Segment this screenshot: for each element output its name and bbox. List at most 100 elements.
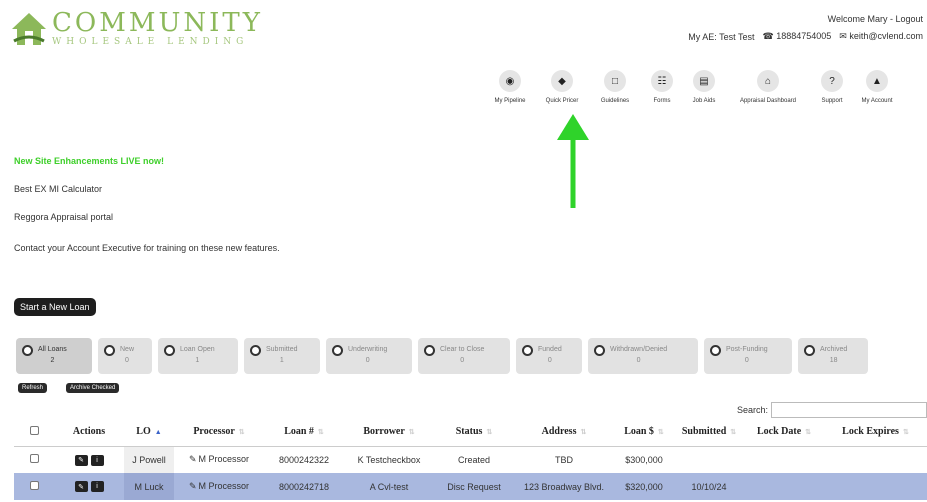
cell-borrower: K Testcheckbox: [357, 454, 421, 465]
cell-submitted: [674, 446, 744, 473]
edit-icon[interactable]: ✎: [74, 454, 88, 466]
document-icon: □: [604, 70, 626, 92]
radio-icon: [522, 345, 533, 356]
select-all-checkbox[interactable]: [29, 425, 39, 435]
column-header-loan-amount[interactable]: Loan $ ⇅: [614, 418, 674, 447]
cell-lock-expires: [824, 446, 927, 473]
radio-icon: [164, 345, 175, 356]
filter-archived[interactable]: Archived 18: [798, 338, 868, 374]
refresh-button[interactable]: Refresh: [18, 383, 48, 393]
binoculars-icon: ◉: [499, 70, 521, 92]
filter-post-funding[interactable]: Post-Funding 0: [704, 338, 792, 374]
ae-phone: ☎ 18884754005: [762, 31, 832, 41]
filter-label: Submitted: [266, 346, 298, 353]
cell-loan-amount: $300,000: [625, 454, 663, 465]
filter-clear-to-close[interactable]: Clear to Close 0: [418, 338, 510, 374]
column-header-label: Lock Expires: [842, 426, 899, 438]
select-all-header[interactable]: [14, 418, 54, 447]
filter-label: Funded: [538, 346, 562, 353]
filter-all-loans[interactable]: All Loans 2: [16, 338, 92, 374]
tag-icon: ◆: [551, 70, 573, 92]
info-icon[interactable]: i: [90, 481, 104, 493]
loans-table: Actions LO ▲ Processor ⇅ Loan # ⇅ Borrower ⇅…: [14, 418, 927, 500]
start-new-loan-button[interactable]: Start a New Loan: [14, 298, 96, 316]
radio-icon: [332, 345, 343, 356]
ae-email[interactable]: ✉ keith@cvlend.com: [839, 31, 923, 42]
loan-status-filters: All Loans 2 New 0 Loan Open 1 Submitted 1 Un…: [16, 338, 874, 374]
column-header-borrower[interactable]: Borrower ⇅: [344, 418, 434, 447]
cell-status: Disc Request: [434, 473, 514, 500]
cell-processor: ✎ M Processor: [174, 446, 264, 473]
sort-icon: ⇅: [657, 428, 664, 437]
filter-funded[interactable]: Funded 0: [516, 338, 582, 374]
radio-icon: [804, 345, 815, 356]
column-header-lock-expires[interactable]: Lock Expires ⇅: [824, 418, 927, 447]
row-checkbox[interactable]: [29, 454, 39, 464]
filter-new[interactable]: New 0: [98, 338, 152, 374]
column-header: Actions: [54, 418, 124, 447]
nav-my-account[interactable]: ▲ My Account: [852, 70, 902, 104]
column-header-lock-date[interactable]: Lock Date ⇅: [744, 418, 824, 447]
cell-lock-date: [744, 473, 824, 500]
sort-icon: ⇅: [238, 428, 245, 437]
annotation-arrow-icon: [557, 114, 589, 208]
nav-appraisal-dashboard[interactable]: ⌂ Appraisal Dashboard: [724, 70, 812, 104]
table-search: Search:: [737, 402, 927, 418]
filter-label: Archived: [820, 346, 848, 353]
pencil-icon[interactable]: ✎: [189, 481, 197, 492]
row-checkbox[interactable]: [29, 481, 39, 490]
filter-submitted[interactable]: Submitted 1: [244, 338, 320, 374]
filter-label: Clear to Close: [440, 346, 485, 353]
column-header-label: Submitted: [681, 426, 727, 438]
nav-forms[interactable]: ☷ Forms: [640, 70, 684, 104]
nav-job-aids[interactable]: ▤ Job Aids: [684, 70, 724, 104]
nav-label: Quick Pricer: [545, 98, 579, 104]
nav-label: Job Aids: [692, 98, 716, 104]
column-header-submitted[interactable]: Submitted ⇅: [674, 418, 744, 447]
logo[interactable]: COMMUNITY WHOLESALE LENDING: [10, 10, 263, 47]
logout-link[interactable]: Logout: [895, 14, 923, 24]
cell-loan-number[interactable]: 8000242322: [264, 446, 344, 473]
cell-borrower: A Cvl-test: [344, 473, 434, 500]
nav-support[interactable]: ? Support: [812, 70, 852, 104]
column-header-loan-number[interactable]: Loan # ⇅: [264, 418, 344, 447]
filter-withdrawn-denied[interactable]: Withdrawn/Denied 0: [588, 338, 698, 374]
column-header-label: Status: [455, 426, 483, 438]
cell-processor-name: M Processor: [198, 481, 250, 491]
filter-count: 0: [547, 357, 552, 364]
filter-loan-open[interactable]: Loan Open 1: [158, 338, 238, 374]
table-row[interactable]: ✎ i J Powell ✎ M Processor 8000242322 K Te…: [14, 446, 927, 473]
column-header-label: LO: [136, 426, 151, 438]
filter-underwriting[interactable]: Underwriting 0: [326, 338, 412, 374]
column-header-lo[interactable]: LO ▲: [124, 418, 174, 447]
cell-lo: J Powell: [124, 446, 174, 473]
sort-icon: ⇅: [730, 428, 737, 437]
logo-title: COMMUNITY: [52, 8, 263, 38]
filter-count: 2: [50, 357, 55, 364]
filter-count: 18: [829, 357, 838, 364]
column-header-label: Borrower: [363, 426, 405, 438]
cell-loan-number[interactable]: 8000242718: [264, 473, 344, 500]
info-icon[interactable]: i: [90, 454, 104, 466]
sort-icon: ⇅: [408, 428, 415, 437]
nav-my-pipeline[interactable]: ◉ My Pipeline: [486, 70, 534, 104]
announcement-line: Reggora Appraisal portal: [14, 212, 114, 222]
search-label: Search:: [736, 405, 768, 415]
search-input[interactable]: [771, 402, 927, 418]
column-header-address[interactable]: Address ⇅: [514, 418, 614, 447]
pencil-icon[interactable]: ✎: [189, 454, 197, 465]
edit-icon[interactable]: ✎: [74, 481, 88, 493]
filter-label: New: [120, 346, 135, 353]
column-header-label: Processor: [193, 426, 235, 438]
table-row[interactable]: ✎ i M Luck ✎ M Processor 8000242718 A Cvl-…: [14, 473, 927, 500]
filter-count: 1: [279, 357, 284, 364]
user-icon: ▲: [866, 70, 888, 92]
archive-checked-button[interactable]: Archive Checked: [66, 383, 120, 393]
nav-guidelines[interactable]: □ Guidelines: [590, 70, 640, 104]
column-header-status[interactable]: Status ⇅: [434, 418, 514, 447]
column-header-processor[interactable]: Processor ⇅: [174, 418, 264, 447]
column-header-label: Lock Date: [756, 426, 802, 438]
welcome-text: Welcome Mary - Logout: [828, 14, 923, 24]
nav-quick-pricer[interactable]: ◆ Quick Pricer: [534, 70, 590, 104]
announcement-line: Contact your Account Executive for train…: [14, 243, 280, 253]
